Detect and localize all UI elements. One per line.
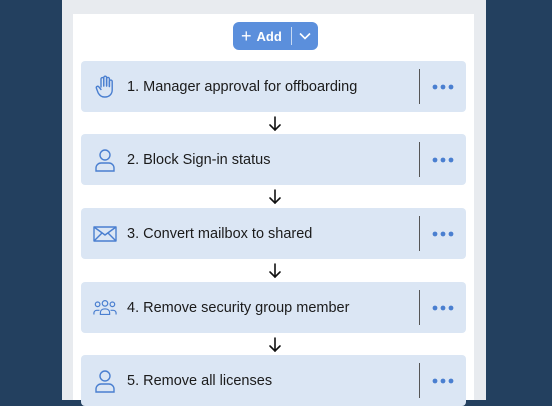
- workflow-step-4[interactable]: 4. Remove security group member: [81, 282, 466, 333]
- arrow-down-icon: [268, 262, 282, 280]
- more-options-icon: [432, 378, 454, 383]
- more-options-icon: [432, 157, 454, 162]
- more-options-icon: [432, 305, 454, 310]
- step-label: 3. Convert mailbox to shared: [127, 225, 313, 242]
- plus-icon: +: [241, 25, 252, 46]
- step-label: 1. Manager approval for offboarding: [127, 78, 358, 95]
- workflow-step-2[interactable]: 2. Block Sign-in status: [81, 134, 466, 185]
- step-more-button[interactable]: [420, 355, 466, 406]
- workflow-step-3[interactable]: 3. Convert mailbox to shared: [81, 208, 466, 259]
- step-more-button[interactable]: [420, 208, 466, 259]
- workflow-canvas: + Add 1. Manager approval for offboardin…: [73, 14, 474, 406]
- user-icon: [93, 369, 117, 393]
- hand-icon: [93, 75, 117, 99]
- more-options-icon: [432, 231, 454, 236]
- step-more-button[interactable]: [420, 282, 466, 333]
- group-icon: [93, 296, 117, 320]
- chevron-down-icon: [299, 32, 311, 40]
- arrow-down-icon: [268, 115, 282, 133]
- user-icon: [93, 148, 117, 172]
- step-more-button[interactable]: [420, 134, 466, 185]
- workflow-step-1[interactable]: 1. Manager approval for offboarding: [81, 61, 466, 112]
- add-button-label: Add: [256, 28, 282, 44]
- mail-icon: [93, 222, 117, 246]
- add-dropdown-button[interactable]: [292, 22, 318, 50]
- add-split-button: + Add: [233, 22, 318, 50]
- add-button[interactable]: + Add: [233, 22, 291, 50]
- arrow-down-icon: [268, 336, 282, 354]
- step-label: 2. Block Sign-in status: [127, 151, 271, 168]
- step-more-button[interactable]: [420, 61, 466, 112]
- workflow-step-5[interactable]: 5. Remove all licenses: [81, 355, 466, 406]
- workflow-panel: + Add 1. Manager approval for offboardin…: [62, 0, 486, 406]
- arrow-down-icon: [268, 188, 282, 206]
- step-label: 4. Remove security group member: [127, 299, 350, 316]
- more-options-icon: [432, 84, 454, 89]
- step-label: 5. Remove all licenses: [127, 372, 273, 389]
